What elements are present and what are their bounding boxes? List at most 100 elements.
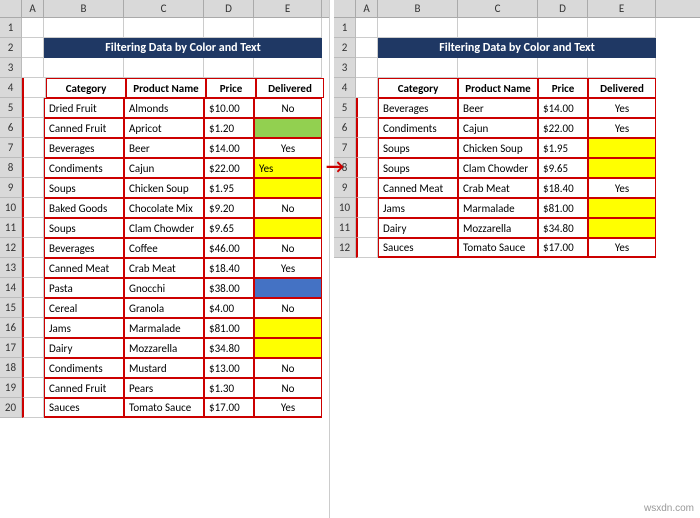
rn-3: 3 <box>0 58 22 78</box>
right-data-grid: Filtering Data by Color and Text Categor… <box>356 18 656 258</box>
right-row-12: Sauces Tomato Sauce $17.00 Yes <box>356 238 656 258</box>
r1-d <box>538 18 588 38</box>
l9-d: $1.95 <box>204 178 254 198</box>
left-title: Filtering Data by Color and Text <box>44 38 322 58</box>
r7-c: Chicken Soup <box>458 138 538 158</box>
l3-d <box>204 58 254 78</box>
r-rn-9: 9 <box>334 178 356 198</box>
l4-product: Product Name <box>126 78 206 98</box>
r-rn-5: 5 <box>334 98 356 118</box>
col-b: B <box>44 0 124 17</box>
l10-b: Baked Goods <box>44 198 124 218</box>
rn-10: 10 <box>0 198 22 218</box>
right-row-6: Condiments Cajun $22.00 Yes <box>356 118 656 138</box>
r-rn-6: 6 <box>334 118 356 138</box>
r11-e <box>588 218 656 238</box>
rn-16: 16 <box>0 318 22 338</box>
l5-b: Dried Fruit <box>44 98 124 118</box>
l11-b: Soups <box>44 218 124 238</box>
r-rn-11: 11 <box>334 218 356 238</box>
r-rn-10: 10 <box>334 198 356 218</box>
l1-a <box>22 18 44 38</box>
l11-d: $9.65 <box>204 218 254 238</box>
left-col-headers: A B C D E <box>0 0 329 18</box>
r3-e <box>588 58 656 78</box>
l7-c: Beer <box>124 138 204 158</box>
l19-e: No <box>254 378 322 398</box>
right-title: Filtering Data by Color and Text <box>378 38 656 58</box>
col-c: C <box>124 0 204 17</box>
r5-c: Beer <box>458 98 538 118</box>
r12-c: Tomato Sauce <box>458 238 538 258</box>
l16-b: Jams <box>44 318 124 338</box>
l3-c <box>124 58 204 78</box>
r7-d: $1.95 <box>538 138 588 158</box>
l17-b: Dairy <box>44 338 124 358</box>
l17-c: Mozzarella <box>124 338 204 358</box>
r-rn-2: 2 <box>334 38 356 58</box>
right-row-10: Jams Marmalade $81.00 <box>356 198 656 218</box>
l14-d: $38.00 <box>204 278 254 298</box>
l14-b: Pasta <box>44 278 124 298</box>
r12-d: $17.00 <box>538 238 588 258</box>
l5-e: No <box>254 98 322 118</box>
l20-a <box>22 398 44 418</box>
r-col-a: A <box>356 0 378 17</box>
l15-b: Cereal <box>44 298 124 318</box>
r9-d: $18.40 <box>538 178 588 198</box>
l19-b: Canned Fruit <box>44 378 124 398</box>
left-row-18: Condiments Mustard $13.00 No <box>22 358 324 378</box>
l13-b: Canned Meat <box>44 258 124 278</box>
l13-e: Yes <box>254 258 322 278</box>
l9-c: Chicken Soup <box>124 178 204 198</box>
r4-product: Product Name <box>458 78 538 98</box>
rn-12: 12 <box>0 238 22 258</box>
l18-e: No <box>254 358 322 378</box>
right-sheet: A B C D E 1 2 3 4 5 6 7 8 9 10 11 12 <box>330 0 700 518</box>
l18-c: Mustard <box>124 358 204 378</box>
r3-d <box>538 58 588 78</box>
r-rn-3: 3 <box>334 58 356 78</box>
l4-category: Category <box>46 78 126 98</box>
left-row-numbers: 1 2 3 4 5 6 7 8 9 10 11 12 13 14 15 16 1… <box>0 18 22 418</box>
l9-e <box>254 178 322 198</box>
l13-c: Crab Meat <box>124 258 204 278</box>
l1-e <box>254 18 322 38</box>
r8-b: Soups <box>378 158 458 178</box>
l2-a <box>22 38 44 58</box>
rn-19: 19 <box>0 378 22 398</box>
r2-a <box>356 38 378 58</box>
col-a: A <box>22 0 44 17</box>
l12-b: Beverages <box>44 238 124 258</box>
r10-d: $81.00 <box>538 198 588 218</box>
l20-e: Yes <box>254 398 322 418</box>
l17-e <box>254 338 322 358</box>
l14-e <box>254 278 322 298</box>
l6-e <box>254 118 322 138</box>
l7-d: $14.00 <box>204 138 254 158</box>
l19-d: $1.30 <box>204 378 254 398</box>
l13-a <box>22 258 44 278</box>
r11-a <box>356 218 378 238</box>
left-row-1 <box>22 18 324 38</box>
left-row-13: Canned Meat Crab Meat $18.40 Yes <box>22 258 324 278</box>
r9-e: Yes <box>588 178 656 198</box>
r-col-e: E <box>588 0 656 17</box>
l7-a <box>22 138 44 158</box>
r10-e <box>588 198 656 218</box>
r-corner <box>334 0 356 17</box>
l17-a <box>22 338 44 358</box>
r-rn-4: 4 <box>334 78 356 98</box>
right-row-5: Beverages Beer $14.00 Yes <box>356 98 656 118</box>
l9-a <box>22 178 44 198</box>
l6-c: Apricot <box>124 118 204 138</box>
rn-13: 13 <box>0 258 22 278</box>
rn-18: 18 <box>0 358 22 378</box>
l13-d: $18.40 <box>204 258 254 278</box>
r12-a <box>356 238 378 258</box>
l12-e: No <box>254 238 322 258</box>
r5-b: Beverages <box>378 98 458 118</box>
col-d: D <box>204 0 254 17</box>
l10-a <box>22 198 44 218</box>
l8-b: Condiments <box>44 158 124 178</box>
